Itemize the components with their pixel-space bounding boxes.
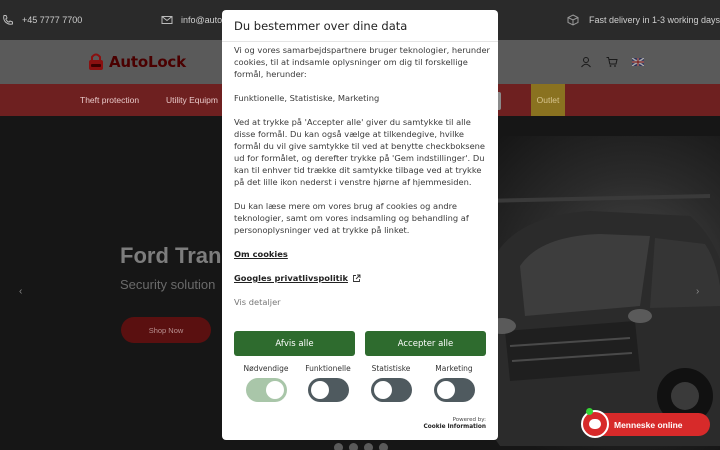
carousel-dot[interactable] — [379, 443, 388, 450]
logo-text-auto: Auto — [109, 53, 148, 71]
powered-by-label: Powered by: — [452, 417, 486, 423]
padlock-car-icon — [89, 53, 103, 70]
carousel-prev-icon[interactable]: ‹ — [19, 286, 22, 297]
chat-label: Menneske online — [614, 419, 683, 430]
nav-item-theft-protection[interactable]: Theft protection — [80, 95, 139, 105]
carousel-dot[interactable] — [334, 443, 343, 450]
google-privacy-label: Googles privatlivspolitik — [234, 273, 348, 283]
carousel-dot[interactable] — [349, 443, 358, 450]
hero-title: Ford Tran — [120, 243, 222, 268]
nav-item-utility-equipment[interactable]: Utility Equipm — [166, 95, 218, 105]
consent-intro: Vi og vores samarbejdspartnere bruger te… — [234, 45, 490, 79]
statistics-switch[interactable] — [370, 378, 412, 402]
toggle-necessary-label: Nødvendige — [243, 364, 289, 373]
phone-icon — [3, 15, 13, 25]
carousel-dots — [334, 443, 388, 450]
powered-by-name: Cookie Information — [423, 424, 486, 430]
toggle-functional-label: Funktionelle — [305, 364, 351, 373]
toggle-statistics-label: Statistiske — [371, 364, 411, 373]
carousel-next-icon[interactable]: › — [696, 286, 699, 297]
dialog-title: Du bestemmer over dine data — [234, 19, 408, 33]
show-details-link[interactable]: Vis detaljer — [234, 296, 490, 308]
outlet-label: Outlet — [536, 95, 560, 105]
toggle-functional: Funktionelle — [298, 364, 358, 402]
hero-subtitle: Security solution — [120, 277, 216, 292]
accept-all-button[interactable]: Accepter alle — [365, 331, 486, 356]
carousel-dot[interactable] — [364, 443, 373, 450]
header-actions — [580, 56, 644, 68]
nav-item-outlet[interactable]: Outlet — [531, 84, 565, 116]
chat-bubble-icon[interactable] — [581, 410, 609, 438]
cookie-consent-dialog: Du bestemmer over dine data Vi og vores … — [222, 10, 498, 440]
shop-now-button[interactable]: Shop Now — [121, 317, 211, 343]
reject-all-button[interactable]: Afvis alle — [234, 331, 355, 356]
dialog-divider — [222, 41, 498, 42]
toggle-marketing-label: Marketing — [435, 364, 473, 373]
external-link-icon — [353, 274, 361, 282]
phone-number: +45 7777 7700 — [22, 15, 83, 25]
cart-icon[interactable] — [606, 56, 618, 68]
about-cookies-link[interactable]: Om cookies — [234, 248, 490, 260]
logo[interactable]: AutoLock — [86, 52, 186, 72]
marketing-switch[interactable] — [433, 378, 475, 402]
user-icon[interactable] — [580, 56, 592, 68]
logo-text-lock: Lock — [147, 53, 186, 71]
functional-switch[interactable] — [307, 378, 349, 402]
google-privacy-link[interactable]: Googles privatlivspolitik — [234, 272, 490, 284]
mail-icon — [161, 16, 173, 24]
online-status-icon — [586, 408, 593, 415]
box-icon — [567, 14, 579, 26]
dialog-body[interactable]: Vi og vores samarbejdspartnere bruger te… — [234, 44, 490, 322]
phone-contact[interactable]: +45 7777 7700 — [2, 14, 82, 26]
toggle-marketing: Marketing — [424, 364, 484, 402]
consent-more-info: Du kan læse mere om vores brug af cookie… — [234, 201, 469, 235]
delivery-info: Fast delivery in 1-3 working days — [567, 14, 720, 26]
consent-explanation: Ved at trykke på 'Accepter alle' giver d… — [234, 117, 486, 187]
toggle-statistics: Statistiske — [361, 364, 421, 402]
consent-purposes: Funktionelle, Statistiske, Marketing — [234, 93, 380, 103]
powered-by: Powered by: Cookie Information — [424, 417, 486, 431]
toggle-necessary: Nødvendige — [236, 364, 296, 402]
uk-flag-icon[interactable] — [632, 58, 644, 66]
about-cookies-label: Om cookies — [234, 249, 288, 259]
delivery-text: Fast delivery in 1-3 working days — [589, 15, 720, 25]
necessary-switch — [245, 378, 287, 402]
